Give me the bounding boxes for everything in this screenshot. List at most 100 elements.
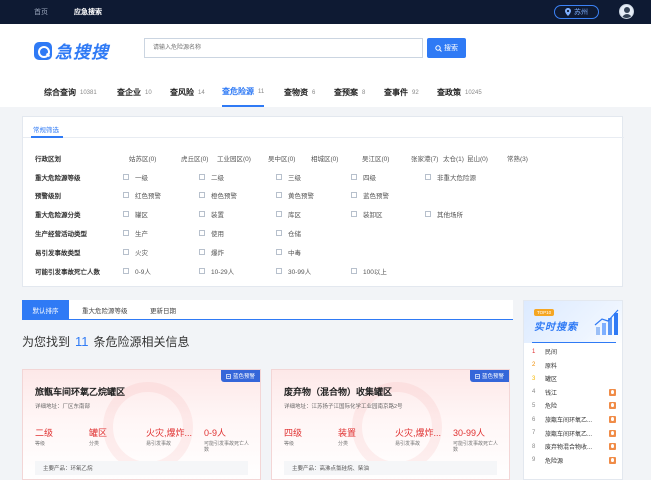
filter-checkbox-option[interactable]: 二级: [199, 172, 224, 182]
tab-policy[interactable]: 查政策 10245: [437, 78, 482, 107]
filter-checkbox-option[interactable]: 橙色预警: [199, 190, 237, 200]
checkbox-icon[interactable]: [351, 268, 357, 274]
sort-hazard-level[interactable]: 重大危险源等级: [82, 300, 128, 319]
filter-checkbox-option[interactable]: 装置: [199, 209, 224, 219]
checkbox-icon[interactable]: [276, 192, 282, 198]
hot-search-item[interactable]: 5 危险: [532, 401, 616, 410]
checkbox-icon[interactable]: [276, 268, 282, 274]
checkbox-icon[interactable]: [199, 230, 205, 236]
hot-search-item[interactable]: 8 废弃物混合物收...: [532, 442, 616, 451]
location-selector[interactable]: 苏州: [554, 5, 599, 19]
tab-event[interactable]: 查事件 92: [384, 78, 419, 107]
filter-checkbox-option[interactable]: 非重大危险源: [425, 172, 476, 182]
sort-default[interactable]: 默认排序: [22, 300, 69, 319]
filter-region-option[interactable]: 吴中区(0): [268, 153, 295, 163]
tab-plan[interactable]: 查预案 8: [334, 78, 365, 107]
checkbox-icon[interactable]: [123, 211, 129, 217]
checkbox-icon[interactable]: [351, 174, 357, 180]
checkbox-icon[interactable]: [425, 211, 431, 217]
tab-enterprise[interactable]: 查企业 10: [117, 78, 152, 107]
realtime-search-header: TOP10 实时搜索: [524, 301, 622, 343]
tab-comprehensive[interactable]: 综合查询 10381: [44, 78, 97, 107]
checkbox-icon[interactable]: [123, 192, 129, 198]
checkbox-icon[interactable]: [199, 268, 205, 274]
hot-search-item[interactable]: 1 民间: [532, 347, 616, 357]
filter-checkbox-option[interactable]: 装卸区: [351, 209, 383, 219]
filter-option-label: 常熟(3): [507, 156, 528, 163]
filter-region-option[interactable]: 吴江区(0): [362, 153, 389, 163]
filter-checkbox-option[interactable]: 蓝色预警: [351, 190, 389, 200]
filter-checkbox-option[interactable]: 30-99人: [276, 266, 311, 276]
filter-checkbox-option[interactable]: 10-29人: [199, 266, 234, 276]
filter-region-option[interactable]: 常熟(3): [507, 153, 528, 163]
card-title[interactable]: 旅甑车间环氧乙烷罐区: [35, 385, 125, 398]
top-bar: 首页 应急搜索 苏州: [0, 0, 651, 24]
filter-checkbox-option[interactable]: 三级: [276, 172, 301, 182]
checkbox-icon[interactable]: [276, 211, 282, 217]
checkbox-icon[interactable]: [199, 174, 205, 180]
filter-checkbox-option[interactable]: 黄色预警: [276, 190, 314, 200]
filter-row-label: 生产经营活动类型: [35, 231, 87, 238]
filter-checkbox-option[interactable]: 火灾: [123, 247, 148, 257]
filter-checkbox-option[interactable]: 生产: [123, 228, 148, 238]
checkbox-icon[interactable]: [199, 211, 205, 217]
filter-checkbox-option[interactable]: 其他场所: [425, 209, 463, 219]
filter-checkbox-option[interactable]: 100以上: [351, 266, 387, 276]
filter-option-label: 昆山(0): [467, 156, 488, 163]
checkbox-icon[interactable]: [123, 249, 129, 255]
checkbox-icon[interactable]: [276, 249, 282, 255]
hot-search-text: 危险源: [545, 458, 564, 465]
filter-region-option[interactable]: 太仓(1): [443, 153, 464, 163]
filter-region-option[interactable]: 姑苏区(0): [129, 153, 156, 163]
filter-option-label: 张家港(7): [411, 156, 439, 163]
tab-hazard-source[interactable]: 查危险源 11: [222, 78, 265, 107]
user-avatar[interactable]: [619, 4, 634, 19]
filter-checkbox-option[interactable]: 爆炸: [199, 247, 224, 257]
filter-checkbox-option[interactable]: 库区: [276, 209, 301, 219]
hot-search-item[interactable]: 2 原料: [532, 361, 616, 370]
checkbox-icon[interactable]: [199, 192, 205, 198]
filter-checkbox-option[interactable]: 仓储: [276, 228, 301, 238]
filter-checkbox-option[interactable]: 罐区: [123, 209, 148, 219]
filter-checkbox-option[interactable]: 四级: [351, 172, 376, 182]
checkbox-icon[interactable]: [425, 174, 431, 180]
checkbox-icon[interactable]: [276, 230, 282, 236]
hot-search-item[interactable]: 3 罐区: [532, 374, 616, 384]
card-title[interactable]: 废弃物（混合物）收集罐区: [284, 385, 392, 398]
filter-region-option[interactable]: 昆山(0): [467, 153, 488, 163]
filter-row: 可能引发事故死亡人数 0-9人 10-29人 30-99人 100以上: [35, 264, 615, 276]
filter-checkbox-option[interactable]: 中毒: [276, 247, 301, 257]
filter-region-option[interactable]: 张家港(7): [411, 153, 438, 163]
filter-checkbox-option[interactable]: 0-9人: [123, 266, 151, 276]
tab-risk[interactable]: 查风险 14: [170, 78, 205, 107]
checkbox-icon[interactable]: [351, 192, 357, 198]
filter-tab-regular[interactable]: 常规筛选: [33, 124, 59, 134]
hazard-card[interactable]: 蓝色预警 废弃物（混合物）收集罐区 详细地址：江苏扬子江国际化学工业园南京路2号 四级…: [271, 369, 510, 480]
filter-checkbox-option[interactable]: 红色预警: [123, 190, 161, 200]
checkbox-icon[interactable]: [123, 268, 129, 274]
checkbox-icon[interactable]: [199, 249, 205, 255]
filter-region-option[interactable]: 工业园区(0): [217, 153, 251, 163]
checkbox-icon[interactable]: [123, 174, 129, 180]
sort-update-date[interactable]: 更新日期: [150, 300, 176, 319]
hot-search-item[interactable]: 4 钱江: [532, 388, 616, 397]
search-button[interactable]: 搜索: [427, 38, 466, 58]
nav-home[interactable]: 首页: [34, 7, 48, 17]
hot-search-item[interactable]: 6 旅甑车间环氧乙...: [532, 415, 616, 424]
tab-supplies[interactable]: 查物资 6: [284, 78, 315, 107]
checkbox-icon[interactable]: [351, 211, 357, 217]
filter-checkbox-option[interactable]: 使用: [199, 228, 224, 238]
card-stat: 30-99人 可能引发事故死亡人数: [453, 426, 501, 453]
search-input[interactable]: [144, 38, 423, 58]
checkbox-icon[interactable]: [123, 230, 129, 236]
filter-region-option[interactable]: 虎丘区(0): [181, 153, 208, 163]
logo[interactable]: 急搜搜: [34, 38, 109, 63]
filter-checkbox-option[interactable]: 一级: [123, 172, 148, 182]
hot-search-item[interactable]: 7 旅甑车间环氧乙...: [532, 429, 616, 438]
checkbox-icon[interactable]: [276, 174, 282, 180]
filter-region-option[interactable]: 相城区(0): [311, 153, 338, 163]
hazard-card[interactable]: 蓝色预警 旅甑车间环氧乙烷罐区 详细地址：厂区东南部 二级 等级 罐区 分类 火灾,爆炸...…: [22, 369, 261, 480]
hot-search-item[interactable]: 9 危险源: [532, 456, 616, 465]
filter-row: 生产经营活动类型 生产 使用 仓储: [35, 226, 615, 238]
nav-emergency-search[interactable]: 应急搜索: [74, 7, 102, 17]
